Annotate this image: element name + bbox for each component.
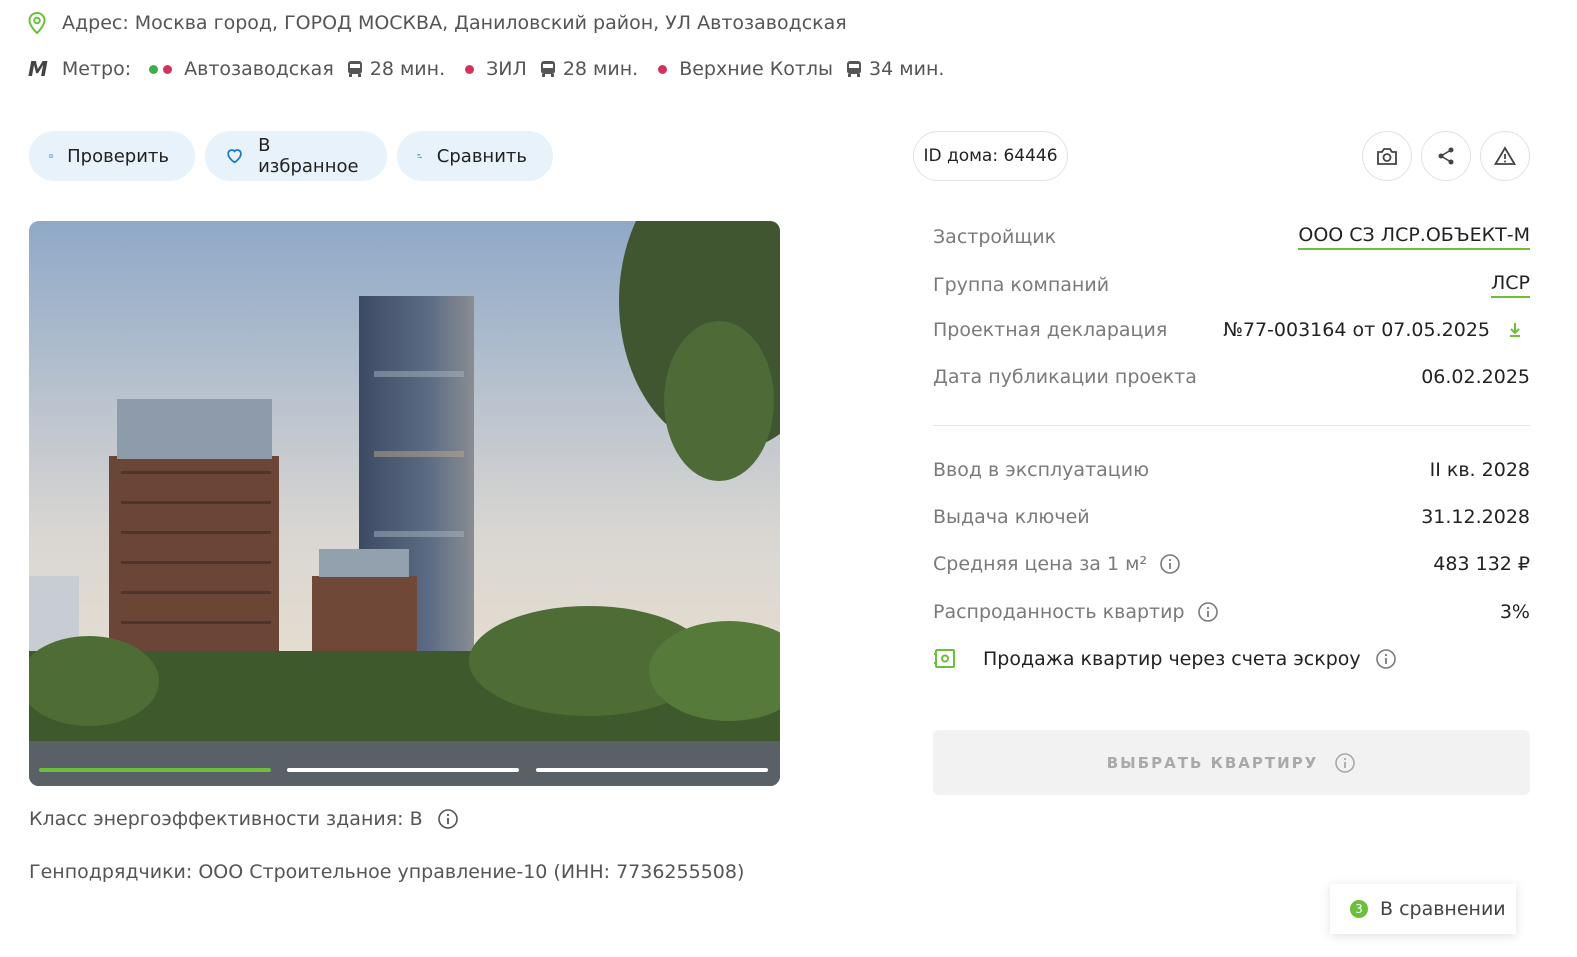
building-render-image [29, 221, 780, 786]
commission-value: II кв. 2028 [1429, 459, 1530, 481]
metro-line-dot [658, 64, 668, 74]
published-row: Дата публикации проекта 06.02.2025 [933, 366, 1530, 388]
info-icon[interactable] [437, 808, 459, 830]
sold-row: Распроданность квартир 3% [933, 601, 1530, 623]
compare-label: Сравнить [436, 145, 527, 167]
price-row: Средняя цена за 1 м² 483 132 ₽ [933, 553, 1530, 575]
keys-value: 31.12.2028 [1421, 506, 1530, 528]
contractors: Генподрядчики: ООО Строительное управлен… [29, 861, 745, 883]
choose-apartment-button[interactable]: ВЫБРАТЬ КВАРТИРУ [933, 730, 1530, 795]
address-text: Адрес: Москва город, ГОРОД МОСКВА, Данил… [62, 12, 847, 34]
escrow-safe-icon [934, 649, 955, 668]
address-line: Адрес: Москва город, ГОРОД МОСКВА, Данил… [28, 12, 847, 34]
project-info: Застройщик ООО СЗ ЛСР.ОБЪЕКТ-М Группа ко… [933, 0, 1530, 957]
commission-row: Ввод в эксплуатацию II кв. 2028 [933, 459, 1530, 481]
building-photo[interactable] [29, 221, 780, 786]
choose-apartment-label: ВЫБРАТЬ КВАРТИРУ [1106, 753, 1319, 772]
gallery-indicator[interactable] [536, 768, 768, 772]
bus-icon [347, 61, 362, 77]
metro-line-dot [465, 64, 475, 74]
escrow-row: Продажа квартир через счета эскроу [933, 647, 1530, 671]
keys-row: Выдача ключей 31.12.2028 [933, 506, 1530, 528]
metro-station: Автозаводская [149, 58, 334, 80]
declaration-row: Проектная декларация №77-003164 от 07.05… [933, 319, 1530, 341]
developer-link[interactable]: ООО СЗ ЛСР.ОБЪЕКТ-М [1298, 224, 1530, 250]
price-label: Средняя цена за 1 м² [933, 553, 1148, 575]
published-value: 06.02.2025 [1421, 366, 1530, 388]
favorite-button[interactable]: В избранное [205, 131, 387, 181]
bus-icon [847, 61, 862, 77]
energy-class-text: Класс энергоэффективности здания: В [29, 808, 423, 830]
gallery-indicator[interactable] [287, 768, 519, 772]
info-icon[interactable] [1334, 752, 1356, 774]
published-label: Дата публикации проекта [933, 366, 1197, 388]
station-name: Автозаводская [184, 58, 334, 80]
energy-class: Класс энергоэффективности здания: В [29, 808, 459, 830]
sold-value: 3% [1499, 601, 1530, 623]
compare-button[interactable]: Сравнить [397, 131, 553, 181]
sold-label-wrap: Распроданность квартир [933, 601, 1219, 623]
station-name: Верхние Котлы [679, 58, 834, 80]
travel-time: 28 мин. [562, 58, 639, 80]
declaration-value: №77-003164 от 07.05.2025 [1223, 319, 1530, 341]
info-icon[interactable] [1375, 648, 1397, 670]
group-row: Группа компаний ЛСР [933, 272, 1530, 298]
comparison-count: 3 [1350, 900, 1368, 918]
group-link[interactable]: ЛСР [1490, 272, 1530, 298]
group-label: Группа компаний [933, 274, 1110, 296]
declaration-number[interactable]: №77-003164 от 07.05.2025 [1223, 319, 1490, 341]
metro-icon: M [28, 57, 48, 81]
sold-label: Распроданность квартир [933, 601, 1185, 623]
comparison-widget[interactable]: 3 В сравнении [1330, 884, 1516, 934]
bus-icon [540, 61, 555, 77]
check-label: Проверить [67, 145, 169, 167]
price-value: 483 132 ₽ [1433, 553, 1530, 575]
metro-label: Метро: [61, 58, 132, 80]
metro-station: Верхние Котлы [658, 58, 833, 80]
commission-label: Ввод в эксплуатацию [933, 459, 1150, 481]
keys-label: Выдача ключей [933, 506, 1090, 528]
location-pin-icon [28, 12, 46, 34]
travel-time: 28 мин. [369, 58, 446, 80]
favorite-label: В избранное [258, 135, 359, 177]
escrow-label: Продажа квартир через счета эскроу [983, 648, 1361, 670]
developer-label: Застройщик [933, 226, 1057, 248]
download-icon[interactable] [1508, 322, 1522, 338]
station-name: ЗИЛ [486, 58, 527, 80]
price-label-wrap: Средняя цена за 1 м² [933, 553, 1181, 575]
metro-line-dot [149, 64, 159, 74]
info-icon[interactable] [1197, 601, 1219, 623]
developer-row: Застройщик ООО СЗ ЛСР.ОБЪЕКТ-М [933, 224, 1530, 250]
info-icon[interactable] [1159, 553, 1181, 575]
metro-line-dot [163, 64, 173, 74]
compare-list-icon [417, 154, 422, 159]
gallery-indicator-active[interactable] [39, 768, 271, 772]
metro-station: ЗИЛ [465, 58, 527, 80]
checkbox-icon [49, 154, 53, 158]
comparison-label: В сравнении [1380, 898, 1506, 920]
check-button[interactable]: Проверить [29, 131, 195, 181]
declaration-label: Проектная декларация [933, 319, 1168, 341]
divider [933, 425, 1530, 426]
metro-line: M Метро: Автозаводская 28 мин. ЗИЛ 28 ми… [28, 57, 964, 81]
heart-icon [227, 149, 242, 164]
